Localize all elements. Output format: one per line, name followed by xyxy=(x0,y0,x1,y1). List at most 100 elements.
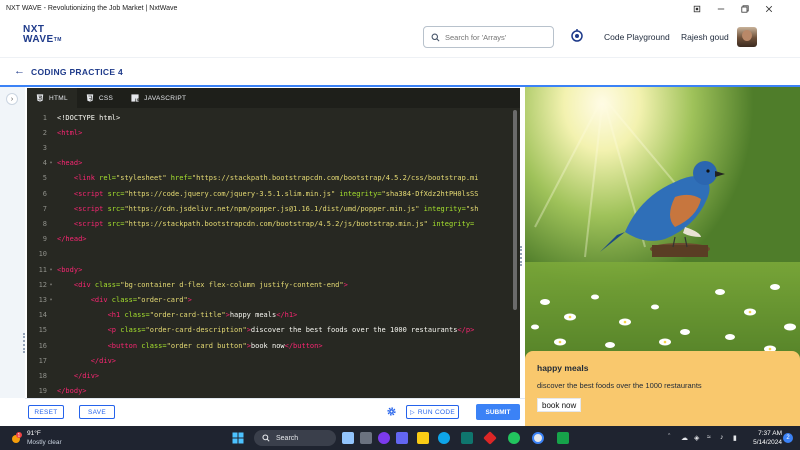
nxtwave-logo[interactable]: NXT WAVETM xyxy=(23,25,62,45)
clock-date: 5/14/2024 xyxy=(753,439,782,446)
fold-toggle[interactable]: ▾ xyxy=(47,160,55,166)
run-code-button[interactable]: ▷ RUN CODE xyxy=(406,405,459,419)
preview-pane: happy meals discover the best foods over… xyxy=(525,87,800,426)
user-name[interactable]: Rajesh goud xyxy=(681,32,729,42)
run-code-label: RUN CODE xyxy=(417,408,455,416)
left-rail: › xyxy=(0,87,25,398)
code-line[interactable]: 8 <script src="https://stackpath.bootstr… xyxy=(27,216,511,231)
tab-css[interactable]: CSS xyxy=(77,88,122,108)
copilot-icon[interactable] xyxy=(342,432,354,444)
code-line[interactable]: 4 ▾ <head> xyxy=(27,156,511,171)
code-line[interactable]: 13 ▾ <div class="order-card"> xyxy=(27,292,511,307)
teams-icon[interactable] xyxy=(378,432,390,444)
code-line[interactable]: 19 </body> xyxy=(27,384,511,398)
code-line[interactable]: 15 <p class="order-card-description">dis… xyxy=(27,323,511,338)
window-titlebar: NXT WAVE - Revolutionizing the Job Marke… xyxy=(0,0,800,17)
order-card-description: discover the best foods over the 1000 re… xyxy=(537,381,702,390)
file-explorer-icon[interactable] xyxy=(417,432,429,444)
app-red-diamond-icon[interactable] xyxy=(483,431,497,445)
line-number: 2 xyxy=(42,128,47,137)
weather-badge: 1 xyxy=(18,433,21,438)
submit-button[interactable]: SUBMIT xyxy=(476,404,520,420)
battery-icon[interactable]: ▮ xyxy=(733,434,737,442)
close-icon[interactable] xyxy=(758,0,780,17)
system-clock[interactable]: 7:37 AM 5/14/2024 xyxy=(748,429,782,447)
windows-taskbar: 1 91°F Mostly clear Search ˆ ☁ ◈ ≈ ♪ ▮ 7… xyxy=(0,426,800,450)
minimize-icon[interactable] xyxy=(710,0,732,17)
line-number: 10 xyxy=(38,250,47,259)
code-line[interactable]: 18 </div> xyxy=(27,368,511,383)
window-title: NXT WAVE - Revolutionizing the Job Marke… xyxy=(6,5,178,12)
meet-icon[interactable] xyxy=(396,432,408,444)
preview-resize-handle[interactable] xyxy=(520,246,523,266)
tray-chevron-up-icon[interactable]: ˆ xyxy=(668,434,670,441)
line-number: 14 xyxy=(38,311,47,320)
order-card: happy meals discover the best foods over… xyxy=(525,351,800,426)
resize-handle[interactable] xyxy=(23,333,25,353)
code-playground-link[interactable]: Code Playground xyxy=(604,32,670,42)
code-line[interactable]: 11 ▾ <body> xyxy=(27,262,511,277)
editor-scrollbar[interactable] xyxy=(513,110,517,310)
fold-toggle[interactable]: ▾ xyxy=(47,297,55,303)
search-input[interactable] xyxy=(445,32,545,42)
code-editor[interactable]: HTML CSS JS JAVASCRIPT 1 <!DOCTYPE html> 2… xyxy=(27,88,520,398)
back-arrow-icon[interactable]: ← xyxy=(14,65,25,77)
code-line[interactable]: 6 <script src="https://code.jquery.com/j… xyxy=(27,186,511,201)
reset-button[interactable]: RESET xyxy=(28,405,64,419)
tab-javascript[interactable]: JS JAVASCRIPT xyxy=(122,88,195,108)
code-line[interactable]: 14 <h1 class="order-card-title">happy me… xyxy=(27,308,511,323)
maximize-icon[interactable] xyxy=(734,0,756,17)
code-line[interactable]: 10 xyxy=(27,247,511,262)
tab-html[interactable]: HTML xyxy=(27,88,77,108)
weather-widget[interactable]: 1 91°F Mostly clear xyxy=(9,429,69,447)
code-line[interactable]: 9 </head> xyxy=(27,232,511,247)
task-view-icon[interactable] xyxy=(360,432,372,444)
search-icon xyxy=(431,33,440,41)
store-icon[interactable] xyxy=(461,432,473,444)
window-share-icon[interactable] xyxy=(686,0,708,17)
html5-icon xyxy=(36,94,44,102)
code-lines[interactable]: 1 <!DOCTYPE html> 2 <html> 3 4 ▾ <head> 5 <link … xyxy=(27,110,511,398)
code-line[interactable]: 16 <button class="order card button">boo… xyxy=(27,338,511,353)
code-line[interactable]: 1 <!DOCTYPE html> xyxy=(27,110,511,125)
svg-text:JS: JS xyxy=(134,98,139,102)
edge-icon[interactable] xyxy=(438,432,450,444)
utorrent-icon[interactable] xyxy=(557,432,569,444)
chrome-icon[interactable] xyxy=(532,432,544,444)
windows-start-icon[interactable] xyxy=(232,432,244,444)
order-card-title: happy meals xyxy=(537,363,589,373)
search-box[interactable] xyxy=(423,26,554,48)
code-playground-icon[interactable] xyxy=(570,28,584,42)
taskbar-search-label: Search xyxy=(276,434,299,442)
line-number: 4 xyxy=(42,159,47,168)
clock-time: 7:37 AM xyxy=(758,430,782,437)
code-text: <script src="https://code.jquery.com/jqu… xyxy=(73,189,479,198)
fold-toggle[interactable]: ▾ xyxy=(47,267,55,273)
fold-toggle[interactable]: ▾ xyxy=(47,282,55,288)
code-line[interactable]: 3 xyxy=(27,140,511,155)
code-text: <div class="bg-container d-flex flex-col… xyxy=(73,280,348,289)
code-line[interactable]: 5 <link rel="stylesheet" href="https://s… xyxy=(27,171,511,186)
code-line[interactable]: 7 <script src="https://cdn.jsdelivr.net/… xyxy=(27,201,511,216)
avatar[interactable] xyxy=(737,27,757,47)
code-line[interactable]: 2 <html> xyxy=(27,125,511,140)
volume-icon[interactable]: ♪ xyxy=(720,434,724,441)
code-text: <!DOCTYPE html> xyxy=(57,113,121,122)
code-text: </body> xyxy=(57,387,87,396)
code-line[interactable]: 12 ▾ <div class="bg-container d-flex flex… xyxy=(27,277,511,292)
tray-app2-icon[interactable]: ◈ xyxy=(694,434,699,442)
tray-app-icon[interactable]: ☁ xyxy=(681,434,688,442)
line-number: 1 xyxy=(42,113,47,122)
expand-sidebar-chevron-icon[interactable]: › xyxy=(6,93,18,105)
wifi-icon[interactable]: ≈ xyxy=(707,434,711,441)
gear-icon[interactable] xyxy=(386,406,397,417)
temperature: 91°F xyxy=(27,430,41,437)
notification-badge[interactable]: 2 xyxy=(783,433,793,443)
save-button[interactable]: SAVE xyxy=(79,405,115,419)
line-number: 6 xyxy=(42,189,47,198)
practice-header: ← CODING PRACTICE 4 xyxy=(0,57,800,85)
taskbar-search[interactable]: Search xyxy=(254,430,336,446)
spotify-icon[interactable] xyxy=(508,432,520,444)
code-line[interactable]: 17 </div> xyxy=(27,353,511,368)
book-now-button[interactable]: book now xyxy=(537,398,582,412)
